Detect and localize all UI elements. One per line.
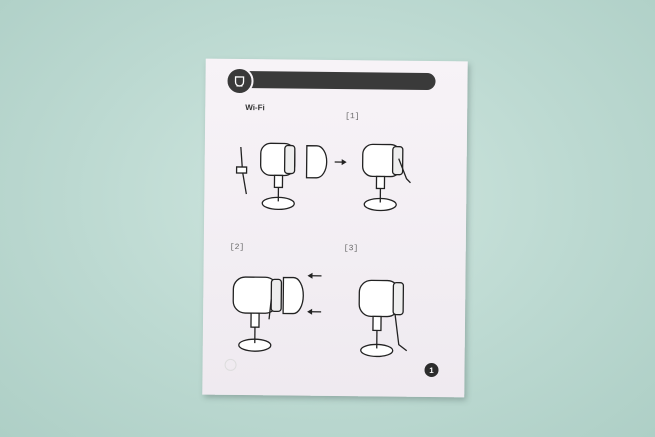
illustration-camera-attached [361,143,411,212]
step-number-1: 1 [349,112,355,122]
illustration-remove-cap [235,142,347,211]
illustration-camera-assembled [358,279,408,358]
section-title: Wi-Fi [245,103,265,113]
arrow-icon-top [307,272,313,279]
instruction-sheet: Wi-Fi [1] [2] [3] 1 [202,58,468,398]
step-label-2: [2] [229,242,245,253]
header-bar [233,70,436,91]
arrow-icon [341,159,347,166]
arrow-icon-bottom [307,308,313,315]
illustration-insert-plug [232,272,322,352]
step-label-1: [1] [345,112,360,122]
step-number-3: 3 [348,244,354,254]
step-number-2: 2 [234,242,240,252]
camera-badge-icon [225,66,254,96]
corner-mark [224,358,237,371]
step-label-3: [3] [343,244,359,254]
page-number: 1 [424,362,439,378]
